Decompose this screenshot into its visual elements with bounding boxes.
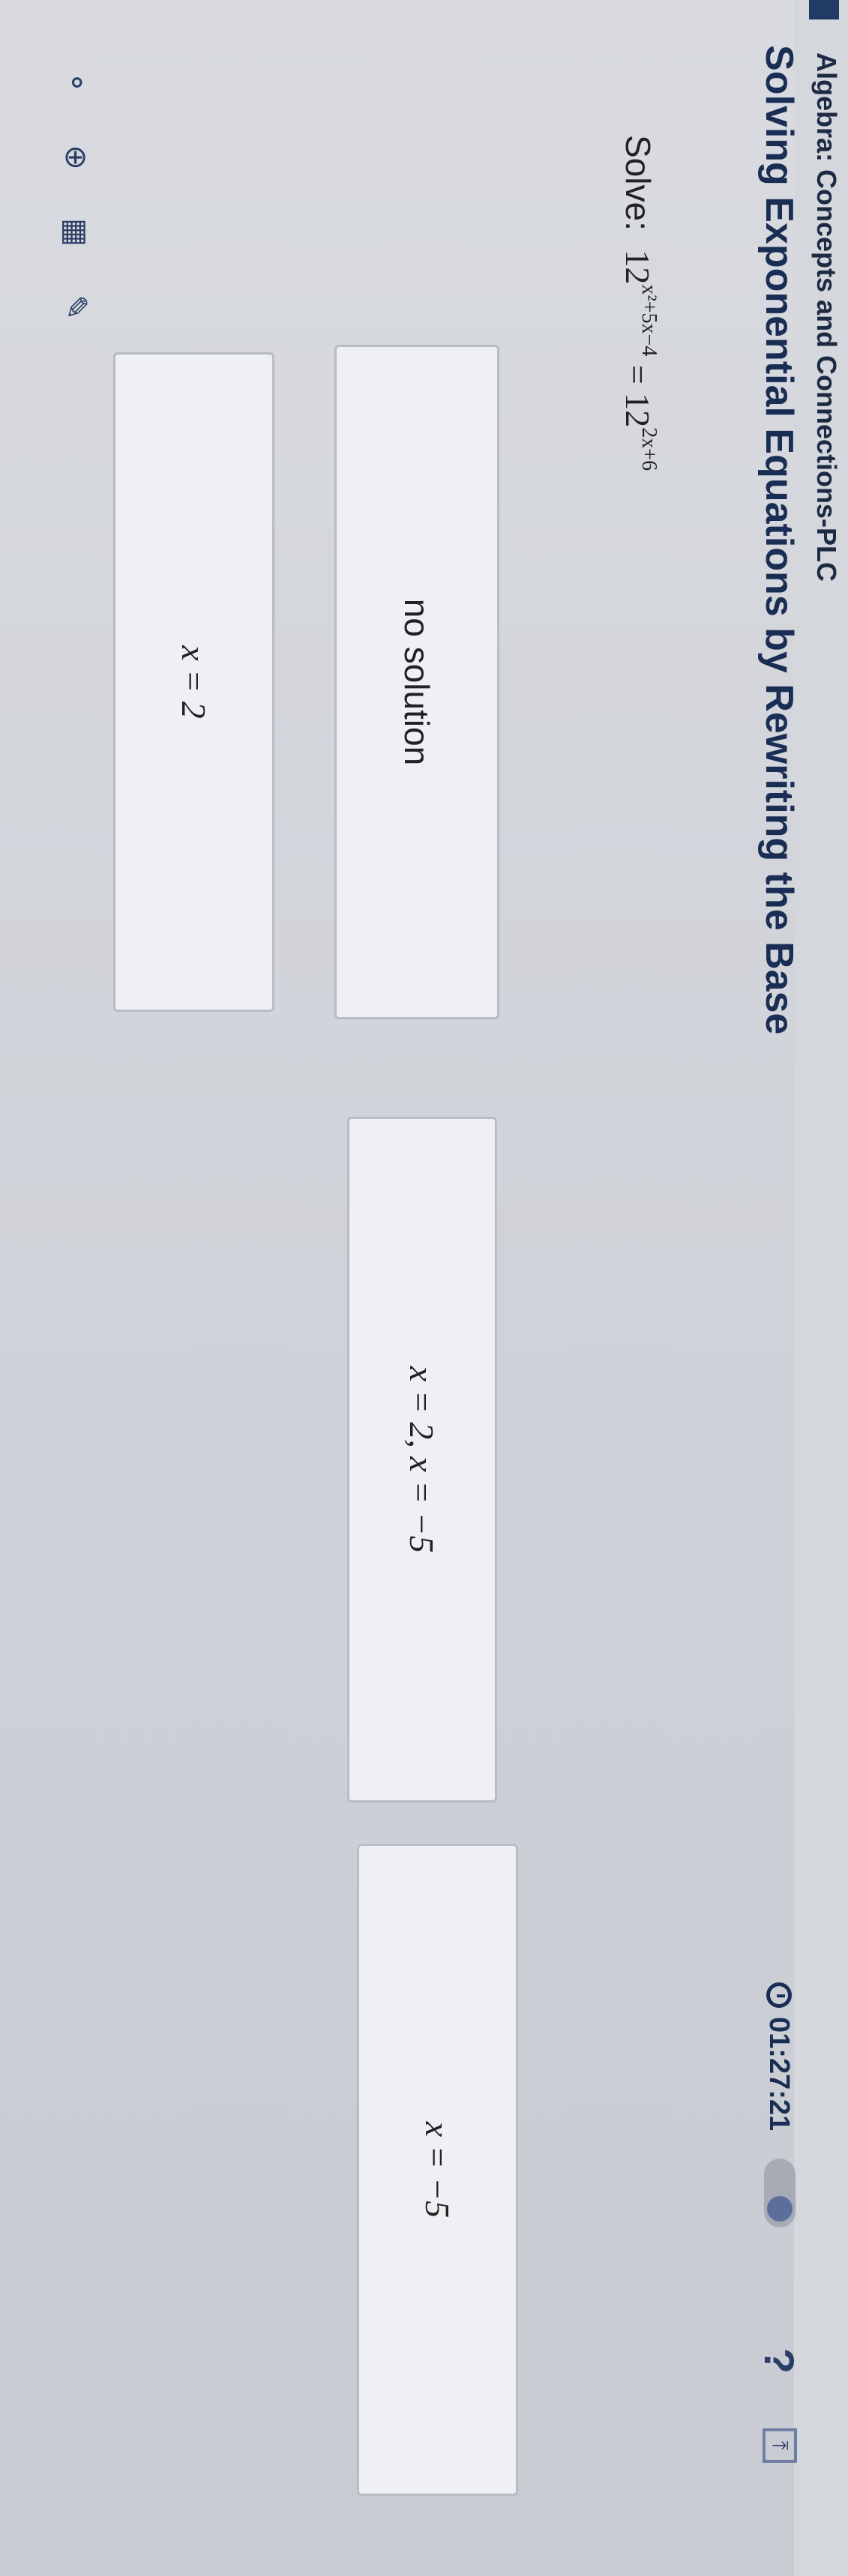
answer-option-1[interactable]: no solution — [334, 345, 499, 1019]
base-right: 12 — [619, 393, 657, 428]
question-label: Solve: — [619, 135, 658, 231]
timer: 01:27:21 — [758, 1982, 800, 2131]
equals-sign: = — [619, 356, 657, 393]
equation: 12x²+5x−4 = 122x+6 — [619, 250, 661, 471]
expand-icon[interactable]: ⤒ — [763, 2428, 797, 2463]
toggle-knob — [767, 2196, 793, 2221]
question-prompt: Solve: 12x²+5x−4 = 122x+6 — [618, 135, 661, 471]
top-bar: Algebra: Concepts and Connections-PLC — [794, 0, 848, 2576]
answer-text: x = 2, x = −5 — [403, 1366, 442, 1553]
answer-option-3[interactable]: x = −5 — [357, 1844, 518, 2496]
answer-option-4[interactable]: x = 2 — [113, 352, 274, 1012]
timer-value: 01:27:21 — [763, 2017, 796, 2132]
answer-text: x = −5 — [418, 2121, 457, 2218]
help-icon[interactable]: ? — [754, 2335, 806, 2387]
answer-text: no solution — [397, 598, 436, 766]
calculator-icon[interactable]: ▦ — [53, 210, 98, 255]
answer-option-2[interactable]: x = 2, x = −5 — [347, 1117, 497, 1803]
course-title: Algebra: Concepts and Connections-PLC — [811, 52, 842, 582]
exponent-left: x²+5x−4 — [637, 284, 661, 357]
answer-text: x = 2 — [175, 645, 213, 719]
base-left: 12 — [619, 250, 657, 285]
globe-icon[interactable]: ⊕ — [53, 135, 98, 180]
accessibility-icon[interactable]: ⚬ — [53, 60, 98, 105]
drawing-tool-icon[interactable]: ✎ — [53, 285, 98, 330]
lesson-title: Solving Exponential Equations by Rewriti… — [757, 45, 801, 1035]
tool-sidebar: ⚬ ⊕ ▦ ✎ — [0, 60, 173, 345]
mode-toggle[interactable] — [764, 2159, 796, 2227]
menu-icon[interactable] — [809, 0, 839, 19]
clock-icon — [766, 1982, 792, 2008]
app-screen: Algebra: Concepts and Connections-PLC So… — [0, 0, 848, 2576]
exponent-right: 2x+6 — [637, 427, 661, 471]
